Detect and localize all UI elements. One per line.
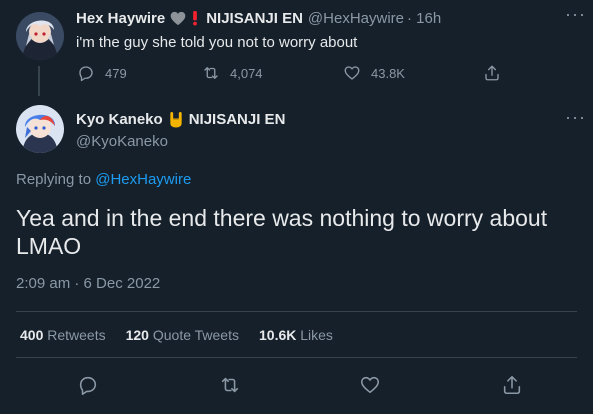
retweets-value: 400	[20, 327, 44, 343]
like-icon	[344, 66, 360, 80]
avatar-image	[16, 12, 64, 60]
author-handle[interactable]: @HexHaywire	[308, 10, 404, 27]
avatar-kyo-kaneko[interactable]	[16, 105, 64, 153]
share-icon	[485, 65, 499, 81]
author-name[interactable]: Kyo Kaneko	[76, 111, 163, 128]
divider	[16, 357, 577, 358]
avatar-image	[16, 105, 64, 153]
replying-to-handle[interactable]: @HexHaywire	[95, 171, 191, 188]
exclamation-emoji-icon	[191, 11, 199, 26]
share-button[interactable]	[501, 374, 523, 401]
avatar-hex-haywire[interactable]	[16, 12, 64, 60]
reply-icon	[79, 66, 93, 82]
affiliation: NIJISANJI EN	[188, 111, 286, 128]
likes-label: Likes	[300, 327, 333, 343]
reply-tweet-header: Hex Haywire NIJISANJI EN @HexHaywire · 1…	[76, 10, 441, 27]
main-tweet-text: Yea and in the end there was nothing to …	[16, 205, 548, 259]
more-options-icon[interactable]: ···	[565, 4, 586, 25]
share-action[interactable]	[483, 64, 501, 82]
like-button[interactable]	[359, 374, 381, 401]
replying-to-label: Replying to	[16, 171, 92, 188]
reply-button[interactable]	[77, 374, 99, 401]
likes-value: 10.6K	[259, 327, 297, 343]
share-icon	[503, 375, 521, 395]
author-handle[interactable]: @KyoKaneko	[76, 133, 168, 150]
heart-emoji-icon	[170, 11, 186, 26]
affiliation: NIJISANJI EN	[206, 10, 303, 27]
retweets-label: Retweets	[47, 327, 106, 343]
retweets-stat[interactable]: 400 Retweets	[20, 327, 106, 343]
retweet-button[interactable]	[219, 374, 241, 401]
reply-icon	[79, 376, 97, 395]
replying-to: Replying to @HexHaywire	[16, 171, 191, 188]
like-count: 43.8K	[371, 65, 405, 81]
retweet-icon	[221, 377, 239, 393]
reply-tweet-text: i'm the guy she told you not to worry ab…	[76, 34, 358, 51]
rock-hand-emoji-icon	[168, 111, 184, 128]
reply-count: 479	[105, 65, 127, 81]
like-icon	[360, 376, 380, 394]
more-options-icon[interactable]: ···	[565, 107, 586, 128]
like-action[interactable]: 43.8K	[343, 64, 405, 82]
retweet-icon	[204, 67, 218, 79]
quote-tweets-label: Quote Tweets	[152, 327, 239, 343]
tweet-timestamp[interactable]: 2:09 am · 6 Dec 2022	[16, 275, 160, 292]
retweet-count: 4,074	[230, 65, 263, 81]
quote-tweets-stat[interactable]: 120 Quote Tweets	[126, 327, 239, 343]
quote-tweets-value: 120	[125, 327, 149, 343]
reply-action[interactable]: 479	[77, 64, 127, 82]
tweet-stats: 400 Retweets 120 Quote Tweets 10.6K Like…	[20, 327, 333, 343]
tweet-time[interactable]: · 16h	[407, 10, 441, 27]
thread-connector-line	[38, 66, 40, 96]
main-tweet-header: Kyo Kaneko NIJISANJI EN	[76, 111, 285, 128]
retweet-action[interactable]: 4,074	[202, 64, 263, 82]
divider	[16, 311, 577, 312]
likes-stat[interactable]: 10.6K Likes	[259, 327, 333, 343]
author-name[interactable]: Hex Haywire	[76, 10, 165, 27]
